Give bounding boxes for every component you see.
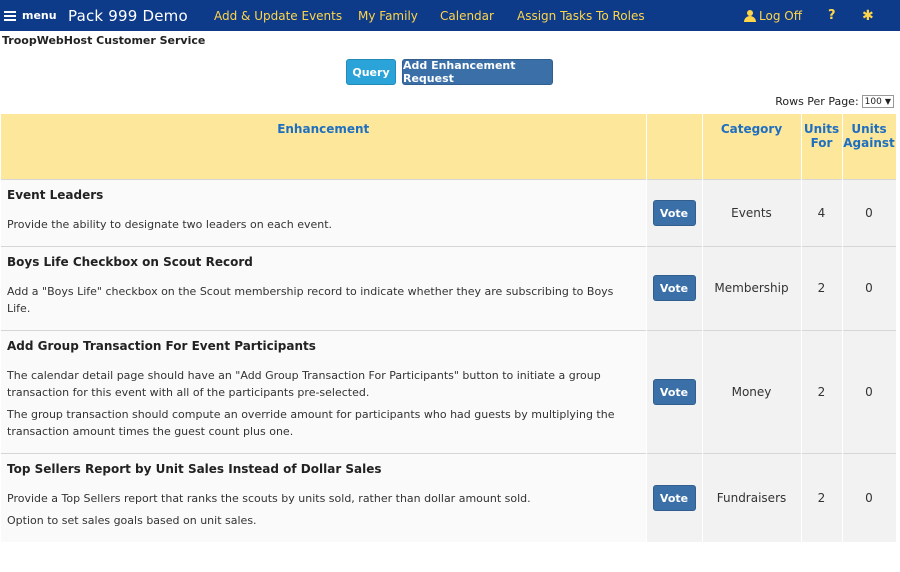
help-icon[interactable]: ? bbox=[828, 0, 836, 31]
logoff-link[interactable]: Log Off bbox=[744, 0, 802, 31]
vote-cell: Vote bbox=[646, 329, 703, 453]
category-cell: Events bbox=[702, 178, 802, 246]
table-row: Event Leaders Provide the ability to desi… bbox=[1, 178, 897, 246]
vote-button[interactable]: Vote bbox=[652, 378, 696, 405]
header-vote bbox=[646, 114, 703, 179]
vote-button[interactable]: Vote bbox=[652, 199, 696, 226]
units-against-cell: 0 bbox=[842, 329, 897, 453]
top-nav-bar: menu Pack 999 Demo Add & Update Events M… bbox=[0, 0, 900, 31]
logoff-label: Log Off bbox=[759, 8, 802, 23]
table-row: Add Group Transaction For Event Particip… bbox=[1, 329, 897, 453]
header-units-for[interactable]: Units For bbox=[801, 114, 843, 179]
user-icon bbox=[744, 9, 756, 22]
enhancement-title: Top Sellers Report by Unit Sales Instead… bbox=[7, 461, 382, 476]
page-title: TroopWebHost Customer Service bbox=[2, 34, 206, 47]
category-cell: Fundraisers bbox=[702, 452, 802, 542]
enhancement-description: Provide a Top Sellers report that ranks … bbox=[7, 491, 531, 505]
units-against-cell: 0 bbox=[842, 178, 897, 246]
units-for-cell: 2 bbox=[801, 245, 843, 330]
units-for-cell: 4 bbox=[801, 178, 843, 246]
header-units-against[interactable]: Units Against bbox=[842, 114, 897, 179]
enhancement-description: Option to set sales goals based on unit … bbox=[7, 513, 257, 527]
chevron-down-icon: ▼ bbox=[884, 97, 891, 106]
header-category[interactable]: Category bbox=[702, 114, 802, 179]
vote-button[interactable]: Vote bbox=[652, 484, 696, 511]
enhancement-description: Add a "Boys Life" checkbox on the Scout … bbox=[7, 284, 614, 315]
units-against-cell: 0 bbox=[842, 245, 897, 330]
menu-toggle[interactable]: menu bbox=[4, 0, 57, 31]
enhancement-cell: Add Group Transaction For Event Particip… bbox=[1, 329, 647, 453]
enhancement-title: Boys Life Checkbox on Scout Record bbox=[7, 254, 253, 269]
rows-per-page-select[interactable]: 100 ▼ bbox=[861, 95, 894, 108]
query-button[interactable]: Query bbox=[346, 59, 396, 85]
hamburger-icon bbox=[4, 11, 16, 21]
vote-cell: Vote bbox=[646, 245, 703, 330]
enhancement-description: Provide the ability to designate two lea… bbox=[7, 217, 333, 231]
nav-add-update-events[interactable]: Add & Update Events bbox=[214, 0, 342, 31]
enhancement-title: Add Group Transaction For Event Particip… bbox=[7, 338, 316, 353]
rows-per-page-value: 100 bbox=[864, 96, 882, 107]
gear-icon[interactable]: ✱ bbox=[862, 0, 874, 31]
vote-cell: Vote bbox=[646, 178, 703, 246]
enhancement-cell: Event Leaders Provide the ability to desi… bbox=[1, 178, 647, 246]
enhancement-description: The calendar detail page should have an … bbox=[7, 368, 601, 399]
enhancements-table: Enhancement Category Units For Units Aga… bbox=[1, 114, 897, 542]
enhancement-cell: Top Sellers Report by Unit Sales Instead… bbox=[1, 452, 647, 542]
units-for-cell: 2 bbox=[801, 329, 843, 453]
enhancement-title: Event Leaders bbox=[7, 187, 104, 202]
table-header-row: Enhancement Category Units For Units Aga… bbox=[1, 114, 897, 179]
brand-title[interactable]: Pack 999 Demo bbox=[68, 0, 188, 31]
nav-calendar[interactable]: Calendar bbox=[440, 0, 494, 31]
category-cell: Membership bbox=[702, 245, 802, 330]
category-cell: Money bbox=[702, 329, 802, 453]
header-enhancement[interactable]: Enhancement bbox=[1, 114, 647, 179]
add-enhancement-button[interactable]: Add Enhancement Request bbox=[402, 59, 553, 85]
enhancement-description: The group transaction should compute an … bbox=[7, 407, 615, 438]
table-row: Boys Life Checkbox on Scout Record Add a … bbox=[1, 245, 897, 330]
vote-button[interactable]: Vote bbox=[652, 275, 696, 301]
menu-label: menu bbox=[22, 9, 57, 22]
table-row: Top Sellers Report by Unit Sales Instead… bbox=[1, 452, 897, 542]
nav-assign-tasks[interactable]: Assign Tasks To Roles bbox=[517, 0, 645, 31]
nav-my-family[interactable]: My Family bbox=[358, 0, 418, 31]
rows-per-page: Rows Per Page: 100 ▼ bbox=[775, 95, 894, 108]
units-against-cell: 0 bbox=[842, 452, 897, 542]
vote-cell: Vote bbox=[646, 452, 703, 542]
rows-per-page-label: Rows Per Page: bbox=[775, 95, 859, 108]
units-for-cell: 2 bbox=[801, 452, 843, 542]
enhancement-cell: Boys Life Checkbox on Scout Record Add a … bbox=[1, 245, 647, 330]
